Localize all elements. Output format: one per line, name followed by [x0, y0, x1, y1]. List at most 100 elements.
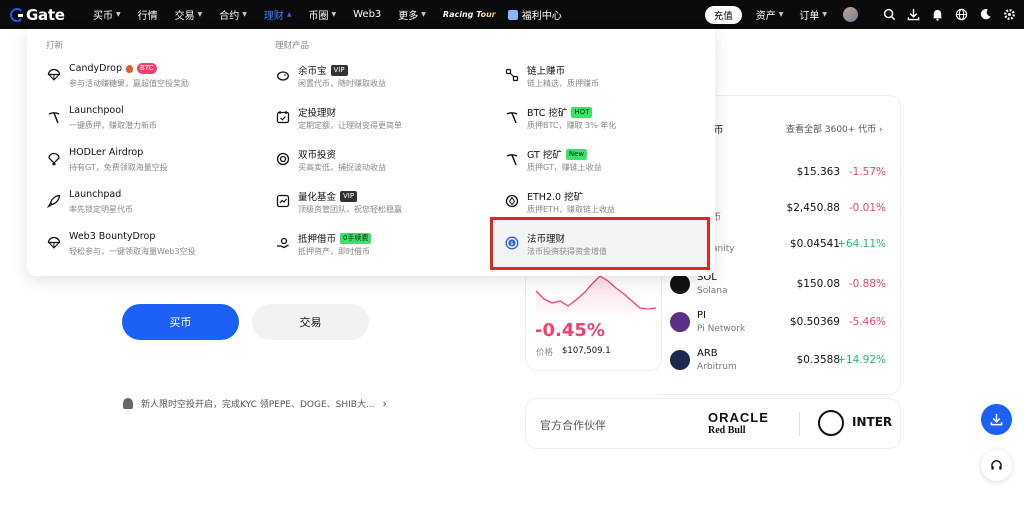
coin-symbol: PI — [697, 310, 706, 321]
menu-item-desc: 质押BTC，赚取 3% 年化 — [527, 121, 617, 130]
orders-label: 订单 — [799, 11, 820, 22]
welfare-label: 福利中心 — [521, 11, 562, 22]
market-row[interactable]: SOL Solana $150.08 -0.88% — [670, 272, 890, 302]
search-icon[interactable] — [882, 8, 896, 22]
menu-item-desc: 定期定额，让理财变得更简单 — [298, 121, 402, 130]
coin-price: $0.04541 — [789, 238, 840, 250]
avatar[interactable] — [843, 7, 858, 22]
menu-item-launchpool[interactable]: Launchpool 一键质押，赚取潜力新币 — [46, 101, 251, 139]
nav-futures[interactable]: 合约 ▼ — [219, 0, 247, 29]
menu-item-gt-mining[interactable]: GT 挖矿 New 质押GT，赚链上收益 — [504, 143, 709, 181]
assets-label: 资产 — [755, 11, 776, 22]
menu-item-web3-bountydrop[interactable]: Web3 BountyDrop 轻松参与，一键领取海量Web3空投 — [46, 227, 251, 265]
globe-icon[interactable] — [954, 8, 968, 22]
nav-more[interactable]: 更多 ▼ — [398, 0, 426, 29]
menu-item-auto-invest[interactable]: 定投理财 定期定额，让理财变得更简单 — [275, 101, 480, 139]
menu-item-title-text: 余币宝 — [298, 66, 327, 77]
settings-gear-icon[interactable] — [1002, 8, 1016, 22]
redbull-logo[interactable]: Red Bull — [708, 425, 746, 436]
coin-name: Pi Network — [697, 324, 746, 334]
menu-item-title: 双币投资 — [298, 150, 337, 161]
nav-buy-crypto[interactable]: 买币 ▼ — [93, 0, 121, 29]
dual-coin-icon — [275, 151, 290, 166]
menu-item-desc: 顶级资管团队，祝您轻松稳赢 — [298, 205, 402, 214]
headset-icon — [991, 460, 1002, 470]
section-launch-title: 打新 — [46, 41, 64, 51]
chain-link-icon — [504, 67, 519, 82]
menu-item-btc-mining[interactable]: BTC 挖矿 HOT 质押BTC，赚取 3% 年化 — [504, 101, 709, 139]
coin-price: $0.50369 — [789, 316, 840, 328]
menu-item-desc: 持有GT，免费领取海量空投 — [69, 163, 168, 172]
menu-item-title: 量化基金 VIP — [298, 189, 358, 203]
assets-menu[interactable]: 资产 ▼ — [756, 7, 784, 22]
menu-item-hodler-airdrop[interactable]: HODLer Airdrop 持有GT，免费领取海量空投 — [46, 143, 251, 181]
main-nav: 买币 ▼ 行情 交易 ▼ 合约 ▼ 理财 ▲ 币圈 ▼ Web3 更多 ▼ Racing T… — [93, 0, 562, 29]
coin-name: anity — [712, 244, 735, 254]
nav-label: Web3 — [353, 9, 382, 20]
coin-name: Arbitrum — [697, 362, 737, 372]
nav-trade[interactable]: 交易 ▼ — [175, 0, 203, 29]
orders-menu[interactable]: 订单 ▼ — [799, 7, 827, 22]
gift-icon — [507, 9, 518, 20]
support-button[interactable] — [981, 450, 1012, 481]
menu-item-crypto-loan[interactable]: 抵押借币 0手续费 抵押资产，即时借币 — [275, 227, 480, 265]
caret-down-icon: ▼ — [197, 11, 203, 18]
market-row[interactable]: PI Pi Network $0.50369 -5.46% — [670, 310, 890, 340]
caret-down-icon: ▼ — [242, 11, 247, 18]
section-products-title: 理财产品 — [275, 41, 310, 51]
nav-label: 行情 — [137, 11, 158, 22]
hero-trade-button[interactable]: 交易 — [252, 304, 369, 340]
chevron-right-icon: › — [382, 397, 387, 410]
download-icon — [990, 413, 1003, 426]
inter-logo-icon[interactable] — [818, 410, 844, 436]
nav-markets[interactable]: 行情 — [138, 0, 158, 29]
header-tools: 充值 资产 ▼ 订单 ▼ — [704, 0, 1016, 29]
menu-item-desc: 链上精选，质押赚币 — [527, 79, 599, 88]
menu-item-title-text: CandyDrop — [69, 63, 122, 74]
dark-mode-icon[interactable] — [978, 8, 992, 22]
gate-logo[interactable]: Gate — [10, 6, 80, 24]
pi-network-logo-icon — [670, 312, 690, 332]
racing-tour-banner[interactable]: Racing Tour — [443, 10, 496, 19]
download-icon[interactable] — [906, 8, 920, 22]
vip-badge: VIP — [330, 64, 348, 76]
highlight-annotation-box — [490, 217, 710, 270]
pickaxe-icon — [504, 151, 519, 166]
oracle-logo[interactable]: ORACLE — [708, 410, 769, 425]
solana-logo-icon — [670, 274, 690, 294]
coin-price: $150.08 — [796, 278, 840, 290]
arbitrum-logo-icon — [670, 350, 690, 370]
caret-down-icon: ▼ — [778, 11, 784, 18]
menu-item-desc: 质押GT，赚链上收益 — [527, 163, 602, 172]
menu-item-simple-earn[interactable]: 余币宝 VIP 闲置代币，随时赚取收益 — [275, 59, 480, 97]
rocket-icon — [46, 193, 61, 208]
zero-fee-badge: 0手续费 — [340, 232, 372, 244]
nav-square[interactable]: 币圈 ▼ — [309, 0, 337, 29]
promo-notice[interactable]: 新人限时空投开启，完成KYC 领PEPE、DOGE、SHIB大... › — [123, 397, 387, 410]
nav-welfare-center[interactable]: 福利中心 — [507, 7, 562, 22]
price-change-percent: -0.45% — [535, 320, 605, 341]
menu-item-launchpad[interactable]: Launchpad 率先锁定明星代币 — [46, 185, 251, 223]
market-row[interactable]: ARB Arbitrum $0.3588 +14.92% — [670, 348, 890, 378]
pickaxe-icon — [46, 109, 61, 124]
eth-coin-icon — [504, 193, 519, 208]
bell-icon[interactable] — [930, 8, 944, 22]
menu-item-title-text: 量化基金 — [298, 192, 337, 203]
nav-label: 理财 — [263, 11, 284, 22]
nav-earn[interactable]: 理财 ▲ — [264, 0, 292, 29]
menu-item-dual-investment[interactable]: 双币投资 买高卖低，捕捉波动收益 — [275, 143, 480, 181]
view-all-tokens-link[interactable]: 查看全部 3600+ 代币 › — [786, 122, 883, 135]
btc-badge: BTC — [136, 63, 157, 74]
menu-item-candydrop[interactable]: CandyDrop BTC 参与活动赚糖果，赢超值空投奖励 — [46, 59, 251, 97]
hero-buy-button[interactable]: 买币 — [122, 304, 239, 340]
menu-item-onchain-earn[interactable]: 链上赚币 链上精选，质押赚币 — [504, 59, 709, 97]
parachute-icon — [46, 67, 61, 82]
menu-item-desc: 率先锁定明星代币 — [69, 205, 133, 214]
menu-item-quant-fund[interactable]: 量化基金 VIP 顶级资管团队，祝您轻松稳赢 — [275, 185, 480, 223]
pickaxe-icon — [504, 109, 519, 124]
nav-web3[interactable]: Web3 — [353, 0, 381, 29]
hot-badge: HOT — [571, 106, 593, 118]
download-app-button[interactable] — [981, 404, 1012, 435]
menu-item-desc: 质押ETH，赚取链上收益 — [527, 205, 615, 214]
deposit-button[interactable]: 充值 — [704, 5, 742, 24]
